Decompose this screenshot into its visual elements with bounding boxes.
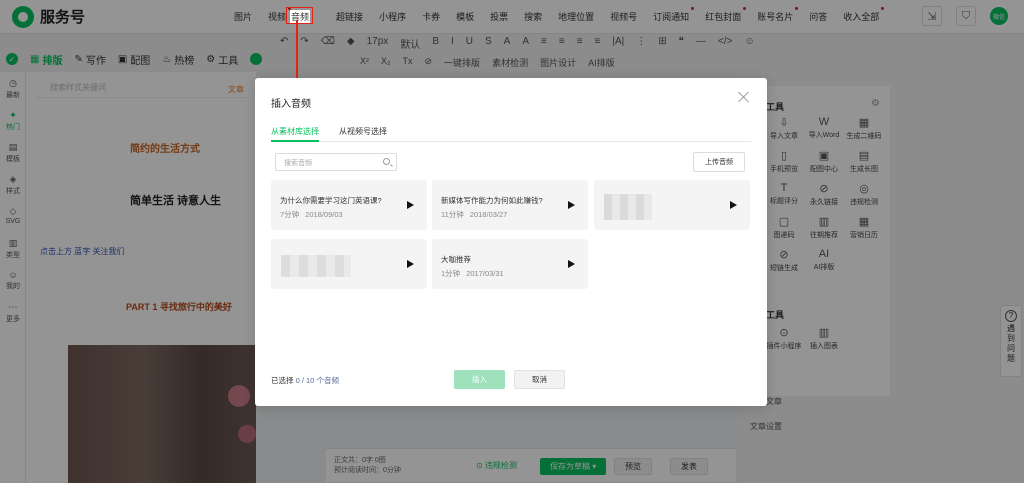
audio-meta: 11分钟 2018/03/27 [441,209,507,220]
audio-card[interactable]: 为什么你需要学习这门英语课? 7分钟 2018/09/03 [271,180,427,230]
insert-audio-dialog: 插入音频 从素材库选择 从视频号选择 搜索音频 上传音频 为什么你需要学习这门英… [255,78,767,406]
audio-title: 大咖推荐 [441,255,471,264]
play-icon[interactable] [407,201,414,209]
audio-title: 为什么你需要学习这门英语课? [280,196,382,205]
selected-count: 0 / 10 个音频 [295,376,339,385]
audio-date: 2017/03/31 [466,269,504,278]
dialog-title: 插入音频 [271,99,311,110]
insert-button[interactable]: 插入 [454,370,505,389]
tab-channels[interactable]: 从视频号选择 [339,126,387,142]
audio-date: 2018/09/03 [305,210,343,219]
audio-meta: 1分钟 2017/03/31 [441,268,504,279]
selection-count: 已选择 0 / 10 个音频 [271,375,339,386]
upload-audio-button[interactable]: 上传音频 [693,152,745,172]
close-icon[interactable] [737,90,751,104]
audio-title: 新媒体写作能力为何如此赚钱? [441,196,543,205]
audio-duration: 7分钟 [280,210,300,219]
audio-card[interactable] [594,180,750,230]
annotation-highlight-box [286,7,313,24]
search-icon[interactable] [383,158,390,165]
audio-search-input[interactable]: 搜索音频 [275,153,397,171]
search-placeholder: 搜索音频 [284,160,312,167]
cancel-button[interactable]: 取消 [514,370,565,389]
audio-duration: 1分钟 [441,269,461,278]
play-icon[interactable] [568,201,575,209]
audio-card[interactable]: 新媒体写作能力为何如此赚钱? 11分钟 2018/03/27 [432,180,588,230]
dialog-tabs: 从素材库选择 从视频号选择 [271,126,751,142]
audio-meta: 7分钟 2018/09/03 [280,209,343,220]
audio-duration: 11分钟 [441,210,464,219]
play-icon[interactable] [568,260,575,268]
audio-card[interactable] [271,239,427,289]
audio-date: 2018/03/27 [469,210,508,219]
play-icon[interactable] [407,260,414,268]
selected-prefix: 已选择 [271,376,294,385]
audio-card[interactable]: 大咖推荐 1分钟 2017/03/31 [432,239,588,289]
blurred-content [281,255,351,277]
blurred-content [604,194,652,220]
tab-material-library[interactable]: 从素材库选择 [271,126,319,142]
play-icon[interactable] [730,201,737,209]
